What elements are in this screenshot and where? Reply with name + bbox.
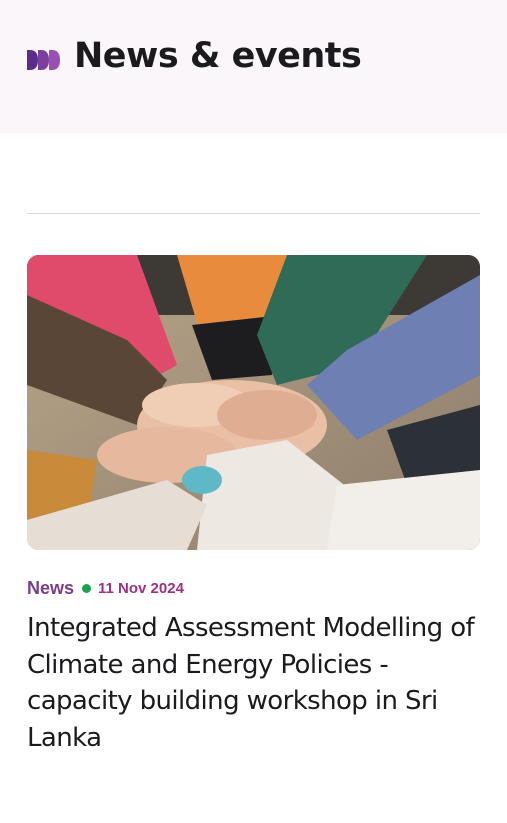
news-card-image[interactable] — [27, 255, 480, 550]
page-header: News & events — [0, 0, 507, 133]
status-dot — [82, 583, 92, 593]
publish-date: 11 Nov 2024 — [98, 579, 184, 597]
page-title: News & events — [74, 36, 362, 76]
news-card-title[interactable]: Integrated Assessment Modelling of Clima… — [27, 610, 487, 756]
divider — [27, 213, 480, 214]
hands-photo — [27, 255, 480, 550]
category-tag[interactable]: News — [27, 578, 74, 599]
triple-chevron-icon — [27, 50, 61, 70]
news-meta: News 11 Nov 2024 — [27, 577, 184, 599]
